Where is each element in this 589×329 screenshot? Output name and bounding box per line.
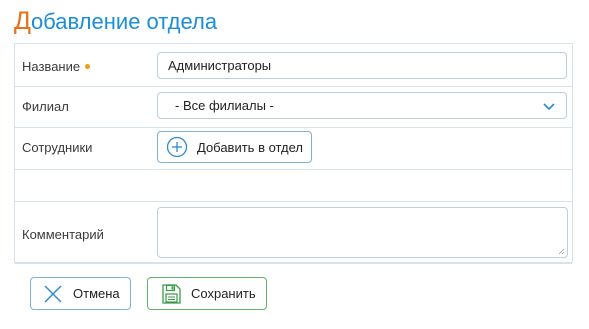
name-label: Название — [22, 59, 91, 74]
branch-select[interactable]: - Все филиалы - — [157, 92, 567, 119]
page-title: Добавление отдела — [14, 6, 217, 37]
chevron-down-icon — [543, 103, 555, 111]
name-label-text: Название — [22, 59, 81, 74]
add-to-department-label: Добавить в отдел — [197, 139, 304, 155]
form-row-branch: Филиал - Все филиалы - — [15, 87, 572, 128]
branch-label: Филиал — [22, 99, 69, 114]
comment-textarea[interactable] — [157, 207, 568, 258]
close-x-icon — [44, 285, 62, 302]
name-input[interactable]: Администраторы — [157, 52, 567, 79]
cancel-button[interactable]: Отмена — [30, 277, 131, 310]
floppy-disk-icon — [162, 283, 181, 304]
required-dot-icon — [85, 64, 91, 70]
add-to-department-button[interactable]: Добавить в отдел — [157, 131, 312, 163]
employees-label: Сотрудники — [22, 140, 93, 155]
form-row-spacer — [15, 170, 572, 202]
save-button-label: Сохранить — [191, 286, 256, 301]
department-form: Название Администраторы Филиал - Все фил… — [14, 43, 573, 264]
save-button[interactable]: Сохранить — [147, 277, 267, 310]
comment-label: Комментарий — [22, 227, 104, 242]
cancel-button-label: Отмена — [73, 286, 120, 301]
branch-select-value: - Все филиалы - — [175, 98, 274, 113]
page-title-rest: обавление отдела — [30, 9, 218, 34]
resize-handle-icon[interactable] — [558, 248, 565, 255]
form-row-name: Название Администраторы — [15, 44, 572, 87]
plus-circle-icon — [166, 136, 188, 158]
page-title-first-letter: Д — [14, 7, 31, 35]
